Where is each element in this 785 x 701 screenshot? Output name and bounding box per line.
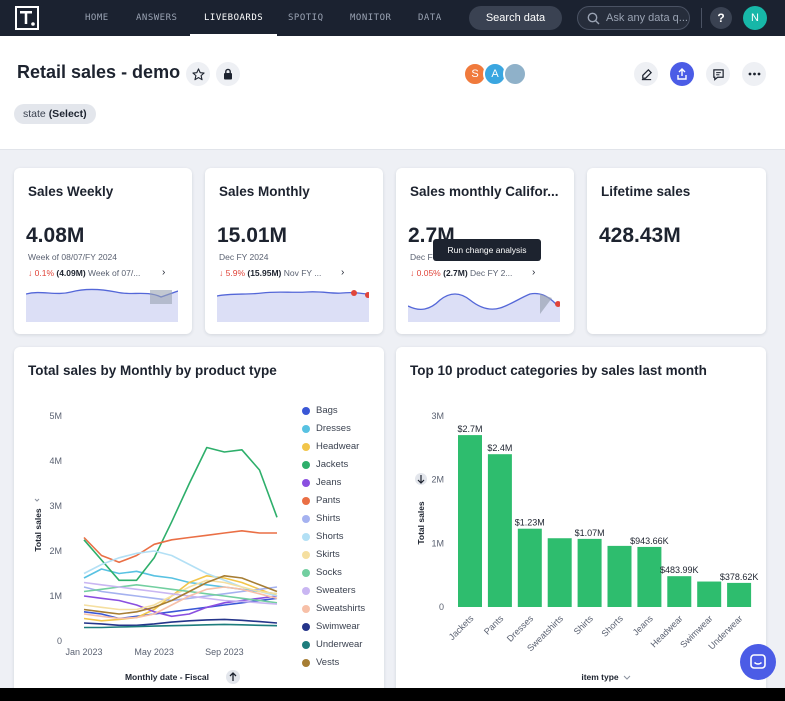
bar-jeans: [637, 546, 662, 607]
bar-data-label: $378.62K: [720, 572, 759, 582]
x-tick-label: Jeans: [631, 613, 655, 637]
y-tick-label: 2M: [431, 475, 444, 485]
bar-data-label: $1.07M: [575, 528, 605, 538]
x-tick-label: Jackets: [447, 613, 476, 642]
chat-icon: [750, 654, 766, 669]
bar-data-label: $2.4M: [487, 443, 512, 453]
bar-sweatshirts: [547, 538, 572, 607]
bar-shirts: [577, 538, 602, 607]
x-tick-label: Shorts: [599, 613, 625, 639]
y-tick-label: 0: [439, 602, 444, 612]
bar-data-label: $483.99K: [660, 565, 699, 575]
bar-chart: 0 1M 2M 3M Total sales $2.7M Jackets $2.4M Pants…: [415, 411, 759, 682]
y-axis-title: Total sales: [416, 501, 426, 545]
bar-pants: [487, 454, 512, 607]
bar-swimwear: [697, 581, 722, 607]
chat-support-button[interactable]: [740, 644, 776, 680]
chevron-down-icon: [623, 675, 631, 680]
bar-data-label: $1.23M: [515, 518, 545, 528]
bar-dresses: [517, 528, 542, 607]
bar-underwear: [727, 582, 752, 607]
screen-bottom-edge: [0, 688, 785, 701]
bar-shorts: [607, 545, 632, 607]
bar-headwear: [667, 576, 692, 607]
x-tick-label: Pants: [482, 613, 506, 637]
bar-jackets: [458, 435, 482, 607]
y-tick-label: 1M: [431, 538, 444, 548]
bar-data-label: $2.7M: [457, 424, 482, 434]
bar-data-label: $943.66K: [630, 536, 669, 546]
x-axis-title: item type: [581, 672, 619, 682]
x-tick-label: Shirts: [572, 613, 596, 637]
y-tick-label: 3M: [431, 411, 444, 421]
